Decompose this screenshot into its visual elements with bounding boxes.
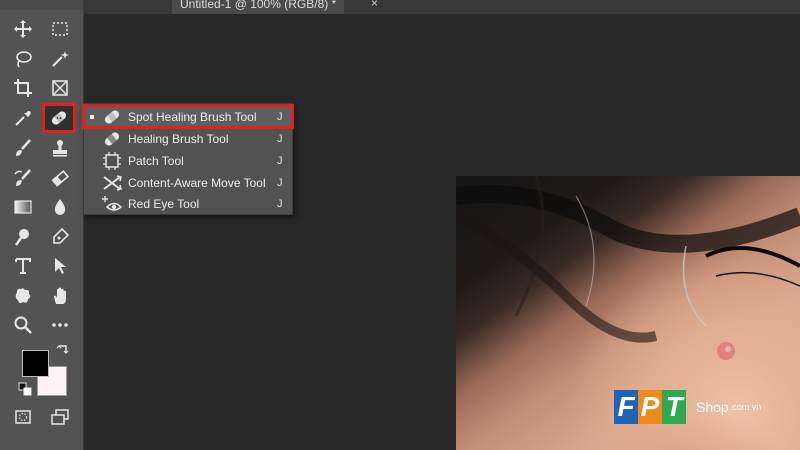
bandage-icon [101,108,123,126]
logo-letter-t: T [662,390,686,424]
gradient-icon[interactable] [10,196,36,218]
quick-mask-icon[interactable] [10,406,36,428]
content-aware-move-icon [101,174,123,192]
frame-icon[interactable] [47,77,73,99]
history-brush-icon[interactable] [10,167,36,189]
rectangular-marquee-icon[interactable] [47,18,73,40]
menu-item-label: Red Eye Tool [128,196,200,211]
patch-icon [101,151,123,170]
menu-item-label: Content-Aware Move Tool [128,175,266,190]
menu-item-red-eye[interactable]: Red Eye Tool J [84,193,292,214]
default-colors-icon[interactable] [18,382,32,396]
eyedropper-icon[interactable] [10,107,36,129]
healing-brush-icon [101,130,123,148]
fpt-shop-watermark-logo: F P T Shop .com.vn [614,390,761,424]
logo-domain-text: .com.vn [729,402,762,412]
stamp-icon[interactable] [47,137,73,159]
menu-item-shortcut: J [277,132,283,145]
type-icon[interactable] [10,255,36,277]
document-tab-bar: Untitled-1 @ 100% (RGB/8) * × [84,0,800,14]
close-icon[interactable]: × [371,0,378,10]
menu-item-label: Spot Healing Brush Tool [128,109,257,124]
document-tab[interactable]: Untitled-1 @ 100% (RGB/8) * [172,0,345,14]
crop-icon[interactable] [10,77,36,99]
menu-item-patch[interactable]: Patch Tool J [84,150,292,171]
drop-icon[interactable] [47,196,73,218]
menu-item-shortcut: J [277,154,283,167]
menu-item-shortcut: J [277,197,283,210]
arrow-icon[interactable] [47,255,73,277]
pen-icon[interactable] [47,226,73,248]
hand-icon[interactable] [47,285,73,307]
healing-tools-flyout-menu: Spot Healing Brush Tool J Healing Brush … [82,103,294,215]
selected-bullet-icon [90,114,94,119]
menu-item-healing-brush[interactable]: Healing Brush Tool J [84,128,292,149]
tools-panel-header [0,0,83,10]
logo-letter-f: F [614,390,638,424]
menu-item-label: Healing Brush Tool [128,131,229,146]
custom-shape-icon[interactable] [10,285,36,307]
brush-icon[interactable] [10,137,36,159]
eraser-icon[interactable] [47,167,73,189]
menu-item-label: Patch Tool [128,153,184,168]
tools-panel [0,0,84,450]
move-icon[interactable] [10,18,36,40]
foreground-color-swatch[interactable] [22,350,49,377]
more-icon[interactable] [47,314,73,336]
red-eye-icon [101,195,123,213]
lasso-icon[interactable] [10,48,36,70]
logo-letter-p: P [638,390,662,424]
menu-item-shortcut: J [277,110,283,123]
bandage-icon[interactable] [42,103,76,133]
menu-item-spot-healing-brush[interactable]: Spot Healing Brush Tool J [82,104,294,129]
menu-item-content-aware-move[interactable]: Content-Aware Move Tool J [84,172,292,193]
swap-colors-icon[interactable] [56,343,70,357]
zoom-icon[interactable] [10,314,36,336]
menu-item-shortcut: J [277,176,283,189]
dodge-icon[interactable] [10,226,36,248]
screen-mode-icon[interactable] [47,406,73,428]
magic-wand-icon[interactable] [47,48,73,70]
logo-shop-text: Shop [696,399,729,415]
